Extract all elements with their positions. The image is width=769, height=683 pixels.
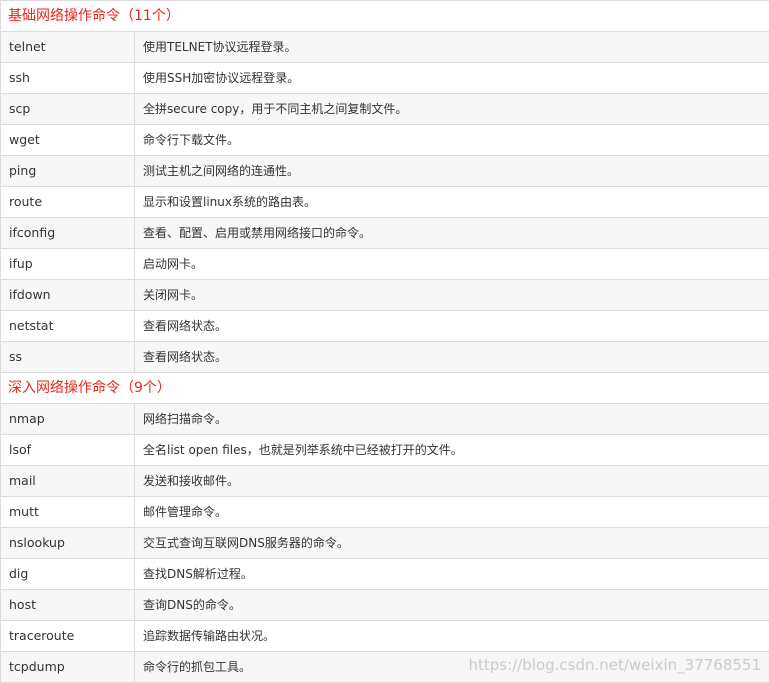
command-description-cell: 全拼secure copy，用于不同主机之间复制文件。 (135, 94, 769, 125)
command-name-cell: lsof (1, 435, 135, 466)
command-description-cell: 命令行下载文件。 (135, 125, 769, 156)
command-name-cell: nmap (1, 404, 135, 435)
command-name-cell: route (1, 187, 135, 218)
command-description-cell: 显示和设置linux系统的路由表。 (135, 187, 769, 218)
command-name-cell: ifdown (1, 280, 135, 311)
table-row: mutt邮件管理命令。 (1, 497, 769, 528)
command-name-cell: host (1, 590, 135, 621)
command-name-cell: wget (1, 125, 135, 156)
command-name-cell: ifconfig (1, 218, 135, 249)
section-title: 基础网络操作命令（11个） (1, 1, 769, 32)
table-row: lsof全名list open files，也就是列举系统中已经被打开的文件。 (1, 435, 769, 466)
command-description-cell: 全名list open files，也就是列举系统中已经被打开的文件。 (135, 435, 769, 466)
command-description-cell: 关闭网卡。 (135, 280, 769, 311)
command-name-cell: scp (1, 94, 135, 125)
section-header-row: 深入网络操作命令（9个） (1, 373, 769, 404)
command-description-cell: 查看、配置、启用或禁用网络接口的命令。 (135, 218, 769, 249)
command-description-cell: 追踪数据传输路由状况。 (135, 621, 769, 652)
command-name-cell: mail (1, 466, 135, 497)
command-description-cell: 网络扫描命令。 (135, 404, 769, 435)
table-row: traceroute追踪数据传输路由状况。 (1, 621, 769, 652)
command-description-cell: 发送和接收邮件。 (135, 466, 769, 497)
table-row: mail发送和接收邮件。 (1, 466, 769, 497)
command-description-cell: 使用SSH加密协议远程登录。 (135, 63, 769, 94)
table-row: wget命令行下载文件。 (1, 125, 769, 156)
table-row: netstat查看网络状态。 (1, 311, 769, 342)
command-name-cell: telnet (1, 32, 135, 63)
table-row: host查询DNS的命令。 (1, 590, 769, 621)
table-row: ssh使用SSH加密协议远程登录。 (1, 63, 769, 94)
command-name-cell: ss (1, 342, 135, 373)
command-name-cell: ping (1, 156, 135, 187)
table-row: nmap网络扫描命令。 (1, 404, 769, 435)
command-table: 基础网络操作命令（11个）telnet使用TELNET协议远程登录。ssh使用S… (0, 0, 769, 683)
section-header-row: 基础网络操作命令（11个） (1, 1, 769, 32)
command-table-body: 基础网络操作命令（11个）telnet使用TELNET协议远程登录。ssh使用S… (1, 1, 769, 683)
command-description-cell: 交互式查询互联网DNS服务器的命令。 (135, 528, 769, 559)
command-description-cell: 测试主机之间网络的连通性。 (135, 156, 769, 187)
command-description-cell: 使用TELNET协议远程登录。 (135, 32, 769, 63)
table-row: ifconfig查看、配置、启用或禁用网络接口的命令。 (1, 218, 769, 249)
table-row: ping测试主机之间网络的连通性。 (1, 156, 769, 187)
command-name-cell: dig (1, 559, 135, 590)
table-row: tcpdump命令行的抓包工具。 (1, 652, 769, 683)
command-description-cell: 命令行的抓包工具。 (135, 652, 769, 683)
command-name-cell: nslookup (1, 528, 135, 559)
command-description-cell: 启动网卡。 (135, 249, 769, 280)
table-row: ifdown关闭网卡。 (1, 280, 769, 311)
command-name-cell: ssh (1, 63, 135, 94)
command-name-cell: mutt (1, 497, 135, 528)
command-description-cell: 邮件管理命令。 (135, 497, 769, 528)
command-name-cell: ifup (1, 249, 135, 280)
command-description-cell: 查看网络状态。 (135, 311, 769, 342)
table-row: nslookup交互式查询互联网DNS服务器的命令。 (1, 528, 769, 559)
command-name-cell: tcpdump (1, 652, 135, 683)
command-description-cell: 查找DNS解析过程。 (135, 559, 769, 590)
command-name-cell: traceroute (1, 621, 135, 652)
table-row: scp全拼secure copy，用于不同主机之间复制文件。 (1, 94, 769, 125)
section-title: 深入网络操作命令（9个） (1, 373, 769, 404)
table-row: route显示和设置linux系统的路由表。 (1, 187, 769, 218)
table-row: ss查看网络状态。 (1, 342, 769, 373)
command-description-cell: 查看网络状态。 (135, 342, 769, 373)
table-row: ifup启动网卡。 (1, 249, 769, 280)
table-row: dig查找DNS解析过程。 (1, 559, 769, 590)
command-name-cell: netstat (1, 311, 135, 342)
table-row: telnet使用TELNET协议远程登录。 (1, 32, 769, 63)
command-description-cell: 查询DNS的命令。 (135, 590, 769, 621)
